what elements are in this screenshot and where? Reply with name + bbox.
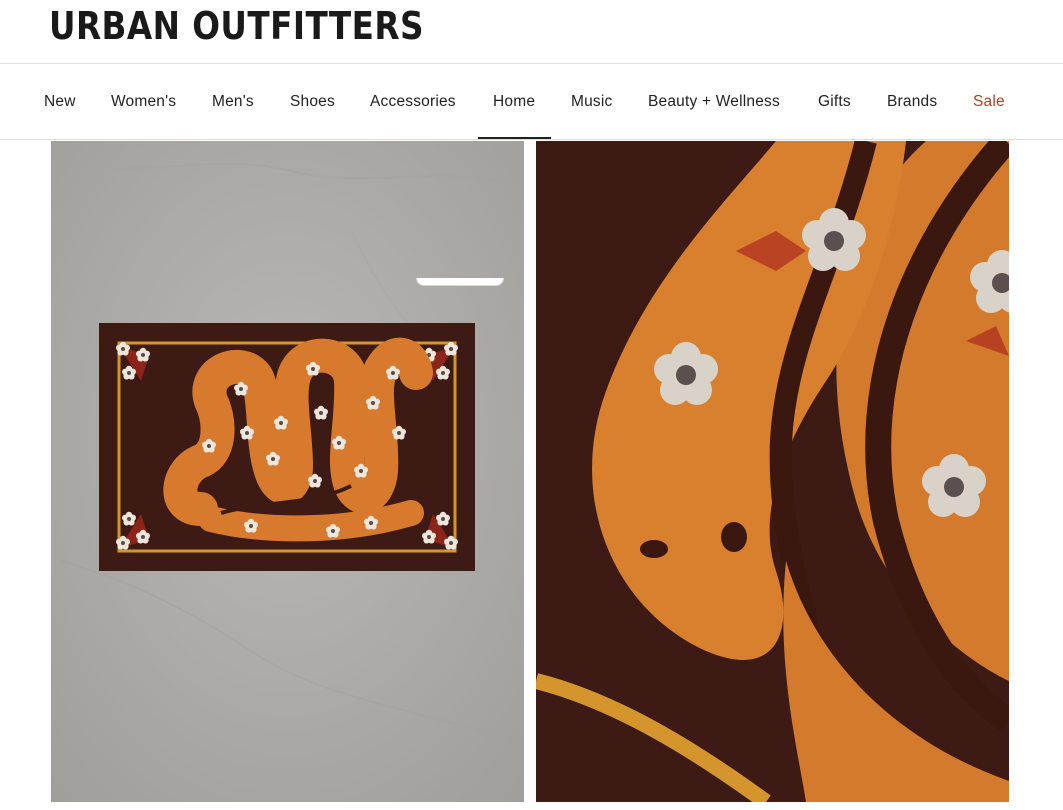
doormat-closeup-illustration [536, 141, 1009, 802]
nav-item-brands[interactable]: Brands [887, 93, 937, 111]
nav-item-music[interactable]: Music [571, 93, 612, 111]
product-gallery [0, 141, 1063, 810]
nav-item-sale[interactable]: Sale [973, 93, 1005, 111]
product-image-detail[interactable] [536, 141, 1009, 802]
doormat-full-illustration [51, 141, 524, 802]
nav-item-beauty-wellness[interactable]: Beauty + Wellness [648, 93, 780, 111]
site-header: URBAN OUTFITTERS [0, 0, 1063, 64]
site-logo[interactable]: URBAN OUTFITTERS [49, 4, 424, 48]
nav-item-womens[interactable]: Women's [111, 93, 176, 111]
nav-item-gifts[interactable]: Gifts [818, 93, 851, 111]
nav-item-mens[interactable]: Men's [212, 93, 254, 111]
nav-item-home[interactable]: Home [493, 93, 535, 111]
product-image-main[interactable] [51, 141, 524, 802]
main-nav: New Women's Men's Shoes Accessories Home… [0, 64, 1063, 140]
nav-item-new[interactable]: New [44, 93, 76, 111]
nav-active-indicator [478, 137, 551, 139]
nav-item-accessories[interactable]: Accessories [370, 93, 456, 111]
gallery-zoom-handle[interactable] [416, 278, 504, 286]
nav-item-shoes[interactable]: Shoes [290, 93, 335, 111]
